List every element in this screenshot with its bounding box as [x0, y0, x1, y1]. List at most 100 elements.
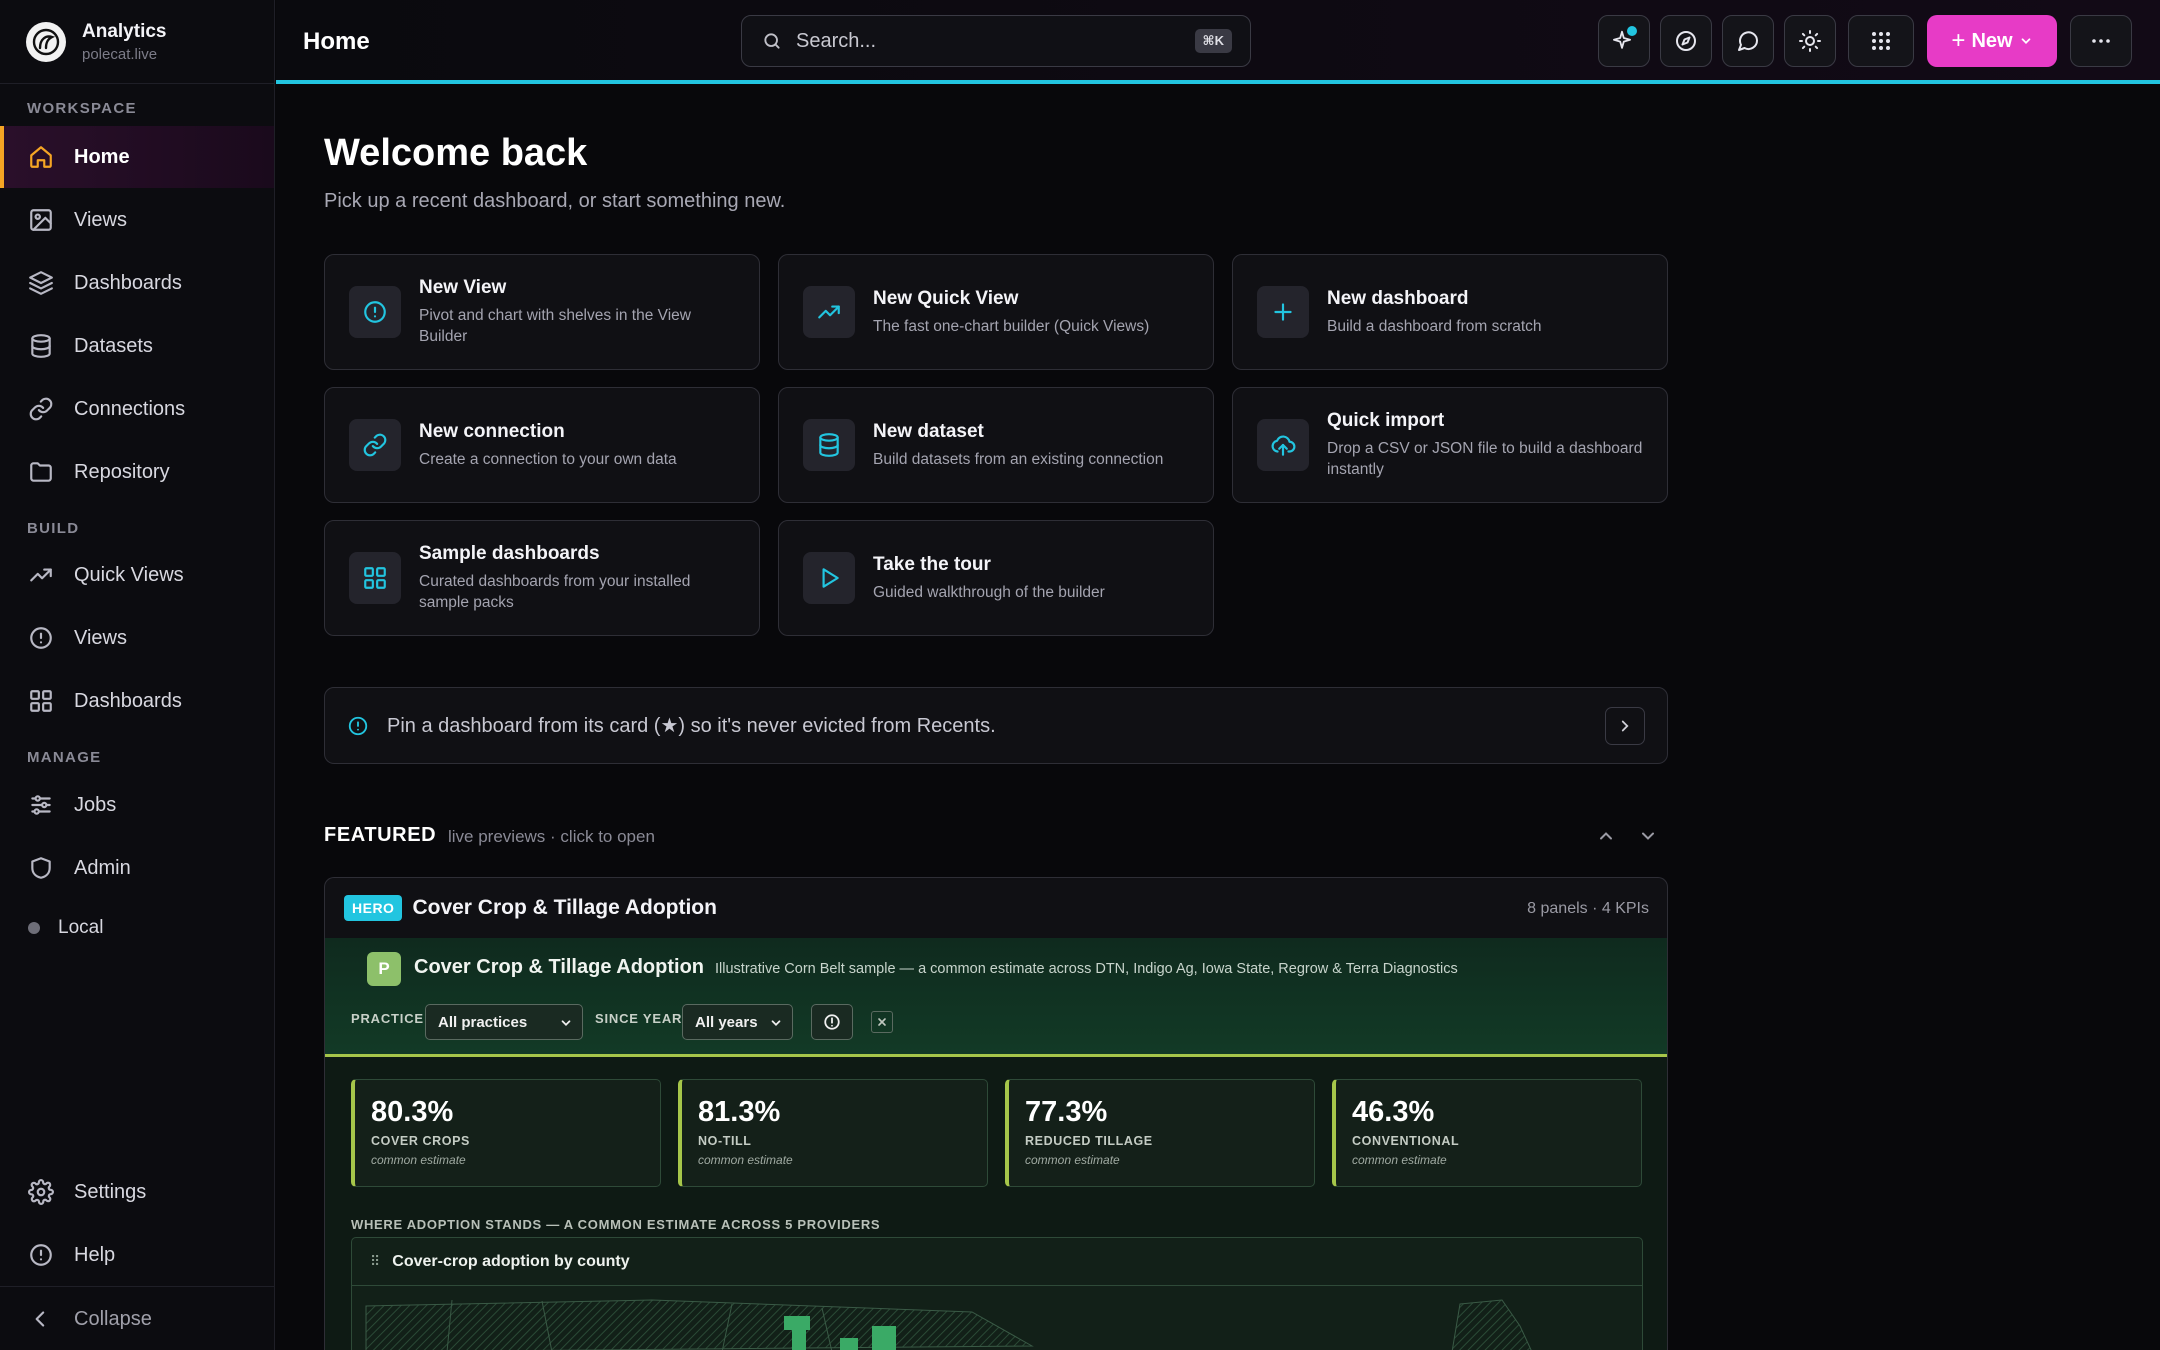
sidebar-item-connections[interactable]: Connections	[0, 378, 274, 440]
next-tip-button[interactable]	[1605, 707, 1645, 745]
clear-filters-button[interactable]	[871, 1011, 893, 1033]
sidebar-item-label: Repository	[74, 460, 170, 483]
card-icon-box	[803, 286, 855, 338]
more-options-button[interactable]	[2070, 15, 2132, 67]
featured-hero-card[interactable]: HERO Cover Crop & Tillage Adoption 8 pan…	[324, 877, 1668, 1350]
practice-select-value: All practices	[438, 1013, 528, 1031]
plus-icon	[1274, 303, 1292, 321]
sidebar-item-build-dashboards[interactable]: Dashboards	[0, 670, 274, 732]
county-region	[792, 1330, 806, 1350]
card-title: New View	[419, 277, 507, 298]
search-input[interactable]: Search... ⌘K	[741, 15, 1251, 67]
new-view-card[interactable]: New View Pivot and chart with shelves in…	[324, 254, 760, 370]
sidebar-item-build-views[interactable]: Views	[0, 607, 274, 669]
gear-icon	[28, 1179, 54, 1205]
collapse-label: Collapse	[74, 1307, 152, 1330]
info-circle-icon	[348, 716, 368, 735]
section-label-workspace: WORKSPACE	[27, 100, 137, 117]
info-circle-icon	[364, 301, 386, 323]
explore-button[interactable]	[1660, 15, 1712, 67]
new-dataset-card[interactable]: New dataset Build datasets from an exist…	[778, 387, 1214, 503]
filter-info-button[interactable]	[811, 1004, 853, 1040]
sidebar-item-repository[interactable]: Repository	[0, 441, 274, 503]
theme-toggle-button[interactable]	[1784, 15, 1836, 67]
sample-dashboards-card[interactable]: Sample dashboards Curated dashboards fro…	[324, 520, 760, 636]
sidebar-item-jobs[interactable]: Jobs	[0, 774, 274, 836]
sidebar-item-label: Help	[74, 1243, 116, 1266]
plus-icon: +	[1951, 27, 1966, 54]
section-label-build: BUILD	[27, 520, 80, 537]
kpi-note: common estimate	[1025, 1153, 1120, 1167]
card-icon-box	[349, 286, 401, 338]
page-title: Home	[303, 28, 370, 55]
sidebar-item-label: Dashboards	[74, 689, 182, 712]
sidebar-item-datasets[interactable]: Datasets	[0, 315, 274, 377]
map-panel[interactable]: ⠿ Cover-crop adoption by county	[351, 1237, 1643, 1350]
brand-name: Analytics	[82, 20, 167, 42]
chevron-down-icon[interactable]	[1638, 826, 1658, 846]
database-icon	[31, 334, 51, 358]
new-dashboard-card[interactable]: New dashboard Build a dashboard from scr…	[1232, 254, 1668, 370]
county-region	[840, 1338, 858, 1350]
apps-button[interactable]	[1848, 15, 1914, 67]
info-circle-icon	[30, 1244, 52, 1266]
dashboard-preview: P Cover Crop & Tillage Adoption Illustra…	[325, 938, 1667, 1350]
sidebar-item-label: Local	[58, 917, 104, 938]
new-quick-view-card[interactable]: New Quick View The fast one-chart builde…	[778, 254, 1214, 370]
sidebar-item-dashboards[interactable]: Dashboards	[0, 252, 274, 314]
kpi-card-cover-crops[interactable]: 80.3% COVER CROPS common estimate	[351, 1079, 661, 1187]
sidebar-item-quick-views[interactable]: Quick Views	[0, 544, 274, 606]
card-icon-box	[1257, 286, 1309, 338]
take-tour-card[interactable]: Take the tour Guided walkthrough of the …	[778, 520, 1214, 636]
image-icon	[30, 209, 52, 231]
brand-subtitle: polecat.live	[82, 45, 158, 63]
new-connection-card[interactable]: New connection Create a connection to yo…	[324, 387, 760, 503]
kpi-value: 80.3%	[371, 1096, 454, 1128]
year-filter-label: SINCE YEAR	[595, 1011, 683, 1026]
drag-handle-icon[interactable]: ⠿	[370, 1253, 380, 1270]
preview-logo: P	[367, 952, 401, 986]
folder-icon	[30, 462, 52, 482]
brand[interactable]: Analytics polecat.live	[0, 0, 274, 84]
notification-dot	[1627, 26, 1637, 36]
new-button[interactable]: + New	[1927, 15, 2057, 67]
preview-description: Illustrative Corn Belt sample — a common…	[715, 961, 1458, 977]
kpi-label: NO-TILL	[698, 1134, 752, 1148]
sidebar-item-views[interactable]: Views	[0, 189, 274, 251]
sidebar-item-home[interactable]: Home	[0, 126, 274, 188]
sidebar-item-help[interactable]: Help	[0, 1224, 274, 1286]
search-placeholder: Search...	[796, 29, 877, 52]
chat-button[interactable]	[1722, 15, 1774, 67]
card-description: Pivot and chart with shelves in the View…	[419, 307, 691, 345]
collapse-button[interactable]: Collapse	[0, 1288, 274, 1350]
card-title: New Quick View	[873, 287, 1019, 309]
kpi-card-reduced-tillage[interactable]: 77.3% REDUCED TILLAGE common estimate	[1005, 1079, 1315, 1187]
county-region	[872, 1326, 896, 1350]
card-title: New dataset	[873, 420, 984, 442]
year-select[interactable]: All years	[682, 1004, 793, 1040]
close-icon	[878, 1018, 886, 1026]
kpi-card-no-till[interactable]: 81.3% NO-TILL common estimate	[678, 1079, 988, 1187]
more-horizontal-icon	[2092, 39, 2110, 43]
chevron-up-icon[interactable]	[1596, 826, 1616, 846]
card-icon-box	[803, 552, 855, 604]
county-map	[365, 1299, 1532, 1350]
welcome-heading: Welcome back	[324, 132, 588, 174]
sidebar-item-admin[interactable]: Admin	[0, 837, 274, 899]
shield-icon	[31, 857, 51, 879]
card-description: Curated dashboards from your installed s…	[419, 573, 691, 611]
home-icon	[30, 146, 52, 168]
kpi-note: common estimate	[698, 1153, 793, 1167]
upload-cloud-icon	[1271, 435, 1296, 456]
kpi-card-conventional[interactable]: 46.3% CONVENTIONAL common estimate	[1332, 1079, 1642, 1187]
sidebar-item-local[interactable]: Local	[0, 897, 274, 959]
card-description: Guided walkthrough of the builder	[873, 583, 1105, 601]
card-description: The fast one-chart builder (Quick Views)	[873, 317, 1150, 335]
chevron-right-icon	[1621, 720, 1629, 732]
sidebar-item-settings[interactable]: Settings	[0, 1161, 274, 1223]
practice-filter-label: PRACTICE	[351, 1011, 424, 1026]
quick-import-card[interactable]: Quick import Drop a CSV or JSON file to …	[1232, 387, 1668, 503]
card-description: Build a dashboard from scratch	[1327, 317, 1542, 335]
practice-select[interactable]: All practices	[425, 1004, 583, 1040]
ai-assistant-button[interactable]	[1598, 15, 1650, 67]
